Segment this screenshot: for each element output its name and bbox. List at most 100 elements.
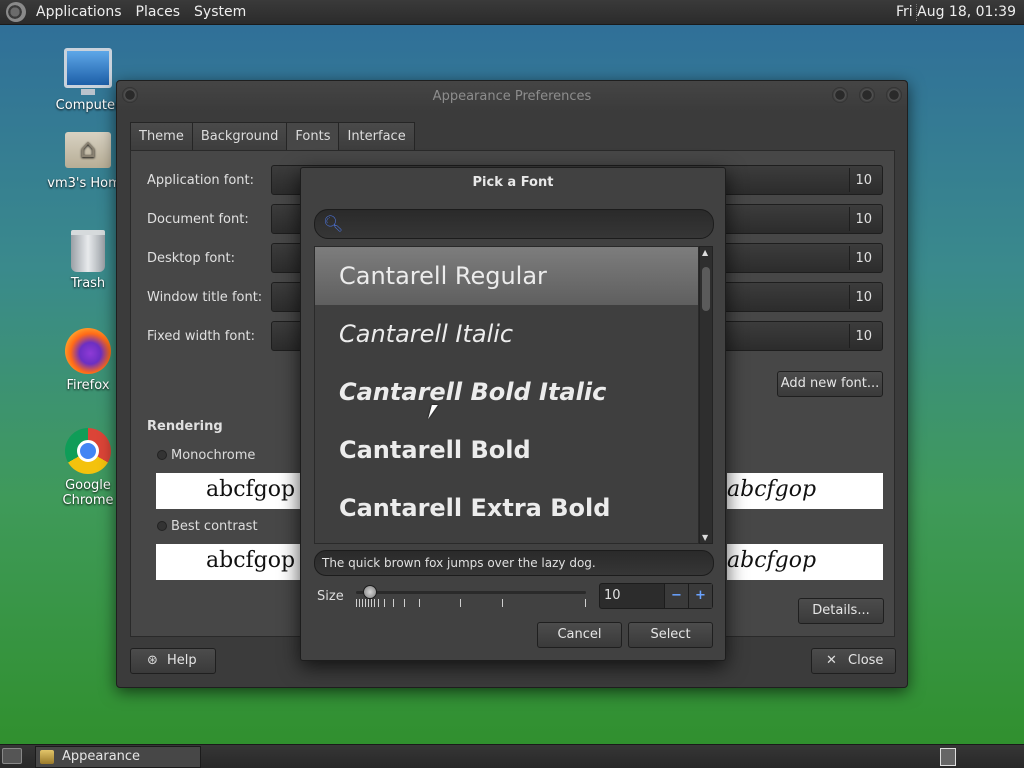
- preview-monochrome: abcfgop: [156, 473, 304, 509]
- minimize-icon[interactable]: [832, 87, 848, 103]
- window-titlebar[interactable]: Appearance Preferences: [117, 81, 907, 111]
- preview-best-contrast: abcfgop: [156, 544, 304, 580]
- close-icon: ✕: [826, 653, 837, 668]
- appearance-app-icon: [40, 750, 54, 764]
- window-title: Appearance Preferences: [432, 89, 592, 104]
- chrome-icon: [65, 428, 111, 474]
- slider-tick: [460, 599, 461, 607]
- preview-right-2: abcfgop: [727, 544, 883, 580]
- font-search-input[interactable]: 🔍︎: [314, 209, 714, 239]
- radio-best-contrast[interactable]: Best contrast: [157, 519, 258, 534]
- font-button-separator: [849, 168, 850, 192]
- top-panel: Applications Places System Fri Aug 18, 0…: [0, 0, 1024, 25]
- close-button[interactable]: ✕ Close: [811, 648, 896, 674]
- slider-tick: [585, 599, 586, 607]
- scroll-up-icon[interactable]: ▲: [702, 248, 708, 257]
- taskbar-item-label: Appearance Prefere...: [62, 749, 141, 764]
- size-slider-handle[interactable]: [363, 585, 377, 599]
- details-button[interactable]: Details...: [798, 598, 884, 624]
- size-label: Size: [317, 589, 344, 604]
- font-list-scrollbar[interactable]: ▲ ▼: [699, 246, 713, 544]
- slider-tick: [359, 599, 360, 607]
- firefox-icon: [65, 328, 111, 374]
- slider-tick: [404, 599, 405, 607]
- font-button-separator: [849, 324, 850, 348]
- trash-icon: [71, 230, 105, 272]
- preview-right-1: abcfgop: [727, 473, 883, 509]
- show-desktop-icon[interactable]: [2, 748, 22, 764]
- size-slider-ticks: [356, 599, 588, 609]
- scrollbar-thumb[interactable]: [702, 267, 710, 311]
- radio-monochrome[interactable]: Monochrome: [157, 448, 255, 463]
- tab-bar: Theme Background Fonts Interface: [130, 122, 415, 151]
- cancel-button[interactable]: Cancel: [537, 622, 622, 648]
- font-row-label: Window title font:: [147, 290, 263, 305]
- increase-size-icon[interactable]: +: [688, 584, 712, 608]
- slider-tick: [384, 599, 385, 607]
- font-button-separator: [849, 246, 850, 270]
- tab-background[interactable]: Background: [191, 122, 288, 151]
- slider-tick: [502, 599, 503, 607]
- search-icon: 🔍︎: [323, 214, 344, 233]
- font-row-label: Fixed width font:: [147, 329, 256, 344]
- tab-theme[interactable]: Theme: [130, 122, 193, 151]
- slider-tick: [356, 599, 357, 607]
- font-button-separator: [849, 207, 850, 231]
- font-size-value: 10: [855, 251, 872, 266]
- menu-places[interactable]: Places: [132, 4, 185, 20]
- font-button-separator: [849, 285, 850, 309]
- slider-tick: [368, 599, 369, 607]
- slider-tick: [378, 599, 379, 607]
- distro-logo-icon[interactable]: [6, 2, 26, 22]
- radio-label: Monochrome: [171, 448, 256, 463]
- slider-tick: [362, 599, 363, 607]
- menu-system[interactable]: System: [190, 4, 250, 20]
- maximize-icon[interactable]: [859, 87, 875, 103]
- home-folder-icon: [65, 132, 111, 168]
- font-list-item[interactable]: Cantarell Regular: [315, 247, 698, 305]
- decrease-size-icon[interactable]: −: [664, 584, 688, 608]
- font-preview-entry[interactable]: The quick brown fox jumps over the lazy …: [314, 550, 714, 576]
- pick-font-dialog: Pick a Font 🔍︎ Cantarell Regular Cantare…: [300, 167, 726, 661]
- close-label: Close: [848, 653, 884, 668]
- font-list-item[interactable]: Cantarell Extra Bold: [315, 479, 698, 537]
- help-label: Help: [167, 653, 197, 668]
- tab-fonts[interactable]: Fonts: [286, 122, 340, 151]
- scroll-down-icon[interactable]: ▼: [702, 533, 708, 542]
- select-button[interactable]: Select: [628, 622, 713, 648]
- font-list-item[interactable]: Cantarell Bold Italic: [315, 363, 698, 421]
- font-list-item[interactable]: Cantarell Italic: [315, 305, 698, 363]
- slider-tick: [365, 599, 366, 607]
- font-list-item[interactable]: Cantarell Bold: [315, 421, 698, 479]
- workspace-switcher-icon[interactable]: [940, 748, 956, 766]
- help-button[interactable]: ⊛ Help: [130, 648, 216, 674]
- slider-tick: [371, 599, 372, 607]
- radio-label: Best contrast: [171, 519, 258, 534]
- size-value[interactable]: 10: [604, 588, 621, 603]
- size-slider[interactable]: [356, 591, 586, 594]
- size-spin-button[interactable]: 10 − +: [599, 583, 713, 609]
- computer-icon: [64, 48, 112, 95]
- font-row-label: Document font:: [147, 212, 249, 227]
- font-size-value: 10: [855, 290, 872, 305]
- font-size-value: 10: [855, 173, 872, 188]
- slider-tick: [374, 599, 375, 607]
- font-list[interactable]: Cantarell Regular Cantarell Italic Canta…: [314, 246, 699, 544]
- slider-tick: [393, 599, 394, 607]
- radio-dot: [157, 450, 167, 460]
- slider-tick: [419, 599, 420, 607]
- radio-dot: [157, 521, 167, 531]
- font-size-value: 10: [855, 212, 872, 227]
- clock[interactable]: Fri Aug 18, 01:39: [896, 4, 1016, 20]
- font-row-label: Application font:: [147, 173, 255, 188]
- font-size-value: 10: [855, 329, 872, 344]
- add-new-font-button[interactable]: Add new font...: [777, 371, 883, 397]
- dialog-title: Pick a Font: [472, 175, 554, 190]
- rendering-title: Rendering: [147, 419, 223, 434]
- tab-interface[interactable]: Interface: [338, 122, 415, 151]
- font-row-label: Desktop font:: [147, 251, 235, 266]
- bottom-panel: Appearance Prefere...: [0, 744, 1024, 768]
- close-window-icon[interactable]: [886, 87, 902, 103]
- taskbar-item-appearance[interactable]: Appearance Prefere...: [35, 746, 201, 768]
- menu-applications[interactable]: Applications: [32, 4, 126, 20]
